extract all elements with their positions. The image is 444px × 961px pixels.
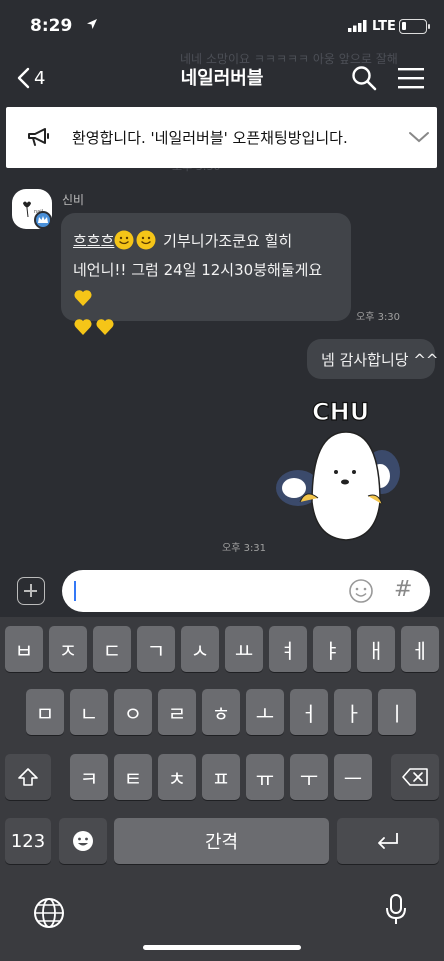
- shift-icon: [18, 768, 38, 786]
- key-row3-1[interactable]: ㅋ: [70, 754, 108, 800]
- signal-icon: [348, 20, 367, 32]
- keyboard: ㅂ ㅈ ㄷ ㄱ ㅅ ㅛ ㅕ ㅑ ㅐ ㅔ ㅁ ㄴ ㅇ ㄹ ㅎ ㅗ ㅓ ㅏ ㅣ ㅋ …: [0, 617, 444, 961]
- outgoing-message-text: 넴 감사합니당 ^^: [321, 351, 439, 369]
- incoming-message-bubble[interactable]: 흐흐흐 기부니가조쿤요 힐히 네언니!! 그럼 24일 12시30붕해둘게요: [61, 213, 351, 335]
- battery-icon: [399, 19, 430, 34]
- return-key[interactable]: [337, 818, 439, 864]
- key-row2-1[interactable]: ㅁ: [26, 689, 64, 735]
- key-row2-9[interactable]: ㅣ: [378, 689, 416, 735]
- key-row2-8[interactable]: ㅏ: [334, 689, 372, 735]
- smiley-icon[interactable]: [348, 578, 374, 604]
- key-row1-1[interactable]: ㅂ: [5, 626, 43, 672]
- globe-icon[interactable]: [32, 896, 66, 930]
- emoji-icon: [73, 831, 93, 851]
- search-icon[interactable]: [350, 64, 378, 92]
- key-row1-2[interactable]: ㅈ: [49, 626, 87, 672]
- avatar[interactable]: nail: [12, 189, 52, 229]
- smile-emoji-icon: [136, 230, 156, 250]
- crown-icon: [34, 211, 52, 229]
- megaphone-icon: [28, 128, 49, 146]
- yellow-heart-icon: [96, 319, 114, 335]
- key-row2-3[interactable]: ㅇ: [114, 689, 152, 735]
- mic-icon[interactable]: [385, 893, 407, 927]
- key-row1-8[interactable]: ㅑ: [313, 626, 351, 672]
- chat-header: 4 네일러버블: [0, 56, 444, 100]
- message-input[interactable]: #: [62, 570, 430, 612]
- sticker-image: CHU: [276, 397, 400, 541]
- home-indicator: [143, 945, 301, 950]
- numbers-key[interactable]: 123: [5, 818, 51, 864]
- key-row1-3[interactable]: ㄷ: [93, 626, 131, 672]
- message-text-line2: 네언니!! 그럼 24일 12시30붕해둘게요: [73, 261, 323, 279]
- outgoing-message-bubble[interactable]: 넴 감사합니당 ^^: [307, 339, 439, 379]
- key-row1-10[interactable]: ㅔ: [401, 626, 439, 672]
- key-row2-6[interactable]: ㅗ: [246, 689, 284, 735]
- status-bar: 8:29 LTE: [0, 0, 444, 52]
- status-time: 8:29: [30, 16, 73, 36]
- smile-emoji-icon: [114, 230, 134, 250]
- yellow-heart-icon: [74, 319, 92, 335]
- sticker[interactable]: CHU: [272, 392, 404, 548]
- network-type: LTE: [372, 19, 396, 34]
- key-row2-7[interactable]: ㅓ: [290, 689, 328, 735]
- key-row1-7[interactable]: ㅕ: [269, 626, 307, 672]
- sticker-timestamp: 오후 3:31: [222, 543, 267, 554]
- shift-key[interactable]: [5, 754, 51, 800]
- plus-icon[interactable]: [17, 577, 45, 605]
- key-row1-4[interactable]: ㄱ: [137, 626, 175, 672]
- chevron-down-icon[interactable]: [408, 130, 430, 144]
- text-caret: [74, 581, 76, 601]
- key-row3-3[interactable]: ㅊ: [158, 754, 196, 800]
- key-row1-6[interactable]: ㅛ: [225, 626, 263, 672]
- key-row3-5[interactable]: ㅠ: [246, 754, 284, 800]
- key-row2-2[interactable]: ㄴ: [70, 689, 108, 735]
- emoji-key[interactable]: [59, 818, 107, 864]
- menu-icon[interactable]: [398, 66, 424, 90]
- key-row1-9[interactable]: ㅐ: [357, 626, 395, 672]
- hash-icon[interactable]: #: [394, 577, 412, 602]
- key-row1-5[interactable]: ㅅ: [181, 626, 219, 672]
- notice-banner[interactable]: 환영합니다. '네일러버블' 오픈채팅방입니다.: [6, 107, 437, 168]
- delete-icon: [402, 768, 428, 786]
- key-row3-4[interactable]: ㅍ: [202, 754, 240, 800]
- return-icon: [378, 833, 398, 849]
- key-row2-4[interactable]: ㄹ: [158, 689, 196, 735]
- delete-key[interactable]: [391, 754, 439, 800]
- space-key[interactable]: 간격: [114, 818, 329, 864]
- sender-name: 신비: [62, 193, 85, 207]
- key-row3-6[interactable]: ㅜ: [290, 754, 328, 800]
- message-input-bar: #: [0, 565, 444, 617]
- message-timestamp: 오후 3:30: [356, 312, 401, 323]
- message-link-text: 흐흐흐: [73, 232, 115, 250]
- location-arrow-icon: [87, 19, 97, 29]
- message-text-line1: 기부니가조쿤요 힐히: [158, 232, 293, 250]
- notice-text: 환영합니다. '네일러버블' 오픈채팅방입니다.: [72, 129, 348, 147]
- yellow-heart-icon: [74, 290, 92, 306]
- key-row3-7[interactable]: ㅡ: [334, 754, 372, 800]
- key-row3-2[interactable]: ㅌ: [114, 754, 152, 800]
- key-row2-5[interactable]: ㅎ: [202, 689, 240, 735]
- sticker-caption: CHU: [312, 398, 369, 426]
